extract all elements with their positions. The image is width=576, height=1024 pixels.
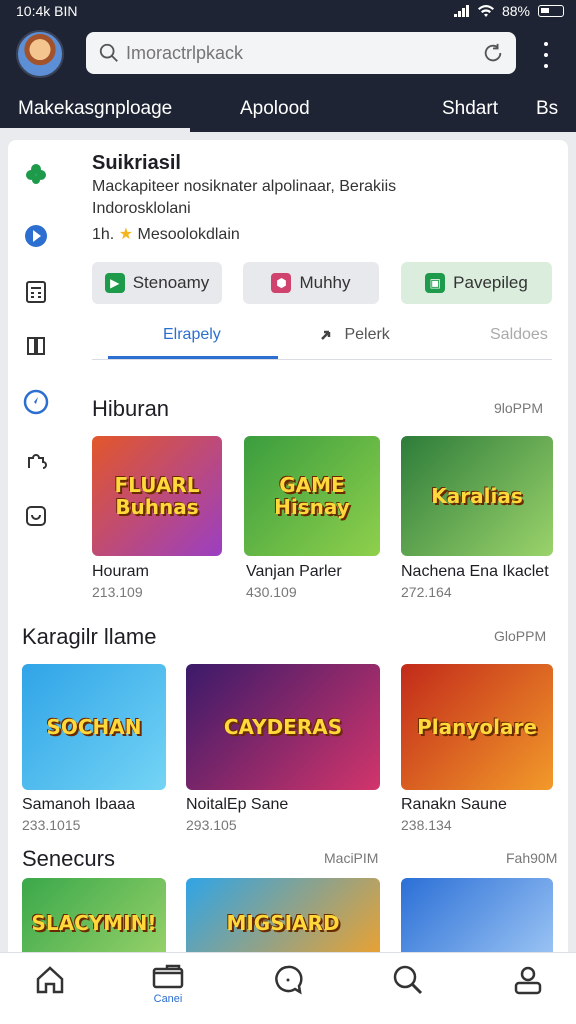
sub-tab-1[interactable]: Elrapely [163, 326, 221, 344]
game-tile[interactable]: FLUARL Buhnas [92, 436, 222, 556]
section-more-link[interactable]: MaciPIM [324, 850, 378, 866]
action-button-3[interactable]: ▣ Pavepileg [401, 262, 552, 304]
action-button-2[interactable]: ⬢ Muhhy [243, 262, 379, 304]
game-downloads: 293.105 [186, 817, 237, 833]
game-downloads: 233.1015 [22, 817, 81, 833]
game-tile[interactable]: CAYDERAS [186, 664, 380, 790]
active-tab-indicator [0, 128, 190, 132]
section-title: Hiburan [92, 396, 170, 421]
section-more-link[interactable]: GloPPM [494, 628, 546, 644]
game-name[interactable]: Nachena Ena Ikaclet [401, 563, 549, 581]
game-name[interactable]: Vanjan Parler [246, 563, 342, 581]
home-icon [36, 966, 64, 994]
clover-icon[interactable] [22, 160, 50, 188]
puzzle-icon[interactable] [22, 446, 50, 474]
sub-tab-2[interactable]: Pelerk [320, 326, 390, 344]
battery-percent: 88% [501, 3, 530, 19]
top-tab-chart[interactable]: Shdart [442, 98, 498, 120]
app-title: Suikriasil [92, 152, 181, 174]
section-title: Karagilr llame [22, 624, 157, 649]
avatar[interactable] [16, 30, 64, 78]
image-icon: ▣ [425, 273, 446, 293]
more-menu-icon[interactable] [536, 42, 556, 68]
profile-icon [514, 966, 542, 995]
game-tile[interactable]: Karalias [401, 436, 553, 556]
top-tab-upload[interactable]: Apolood [240, 98, 310, 120]
status-bar: 10:4k BIN 88% [0, 0, 576, 22]
compass-icon[interactable] [22, 388, 50, 416]
play-icon[interactable] [22, 222, 50, 250]
sub-tabs: Elrapely Pelerk Saldoes [92, 316, 552, 360]
hexagon-icon: ⬢ [271, 273, 292, 293]
nav-active-label: Canei [153, 993, 183, 1005]
wifi-icon [477, 5, 494, 17]
game-tile[interactable]: MIGSIARD [186, 878, 380, 960]
nav-profile[interactable] [498, 963, 558, 1019]
top-tabs: Makekasgnploage Apolood Shdart Bs [0, 88, 576, 132]
search-icon [393, 965, 423, 995]
game-tile[interactable]: Planyolare [401, 664, 553, 790]
nav-search[interactable] [378, 963, 438, 1019]
nav-home[interactable] [20, 963, 80, 1019]
bottom-nav: Canei [0, 952, 576, 1024]
app-rating: 1h. ★ Mesoolokdlain [92, 226, 240, 243]
game-name[interactable]: Houram [92, 563, 149, 581]
search-input[interactable] [126, 42, 482, 64]
sub-tab-3[interactable]: Saldoes [490, 326, 548, 344]
section-title: Senecurs [22, 846, 115, 871]
section-more-link[interactable]: 9loPPM [494, 400, 543, 416]
main-card: Suikriasil Mackapiteer nosiknater alpoli… [8, 140, 568, 960]
refresh-icon[interactable] [482, 42, 504, 64]
action-button-1[interactable]: ▶ Stenoamy [92, 262, 222, 304]
top-tab-store[interactable]: Makekasgnploage [18, 98, 172, 120]
flag-icon: ▶ [104, 273, 125, 293]
game-tile[interactable]: GAME Hisnay [244, 436, 380, 556]
game-name[interactable]: Ranakn Saune [401, 796, 507, 814]
chat-icon [275, 965, 303, 995]
instagram-icon[interactable] [22, 502, 50, 530]
game-downloads: 238.134 [401, 817, 452, 833]
status-time: 10:4k BIN [16, 3, 78, 19]
game-downloads: 272.164 [401, 584, 452, 600]
top-tab-more[interactable]: Bs [536, 98, 558, 120]
game-name[interactable]: NoitalEp Sane [186, 796, 288, 814]
signal-icon [453, 5, 469, 17]
game-tile[interactable] [401, 878, 553, 960]
game-tile[interactable]: SOCHAN [22, 664, 166, 790]
calculator-icon[interactable] [22, 278, 50, 306]
search-bar[interactable] [86, 32, 516, 74]
search-icon [99, 43, 118, 62]
sub-tab-indicator [108, 356, 278, 359]
section-more-link[interactable]: Fah90M [506, 850, 557, 866]
game-tile[interactable]: SLACYMIN! [22, 878, 166, 960]
game-downloads: 430.109 [246, 584, 297, 600]
game-name[interactable]: Samanoh Ibaaa [22, 796, 135, 814]
book-icon[interactable] [22, 332, 50, 360]
star-icon: ★ [118, 226, 134, 243]
game-downloads: 213.109 [92, 584, 143, 600]
link-icon [321, 330, 331, 340]
nav-chat[interactable] [258, 963, 318, 1019]
app-header: Makekasgnploage Apolood Shdart Bs [0, 22, 576, 132]
app-description: Mackapiteer nosiknater alpolinaar, Berak… [92, 178, 397, 217]
nav-games[interactable]: Canei [138, 963, 198, 1019]
battery-icon [538, 5, 564, 17]
folder-icon [152, 964, 184, 989]
